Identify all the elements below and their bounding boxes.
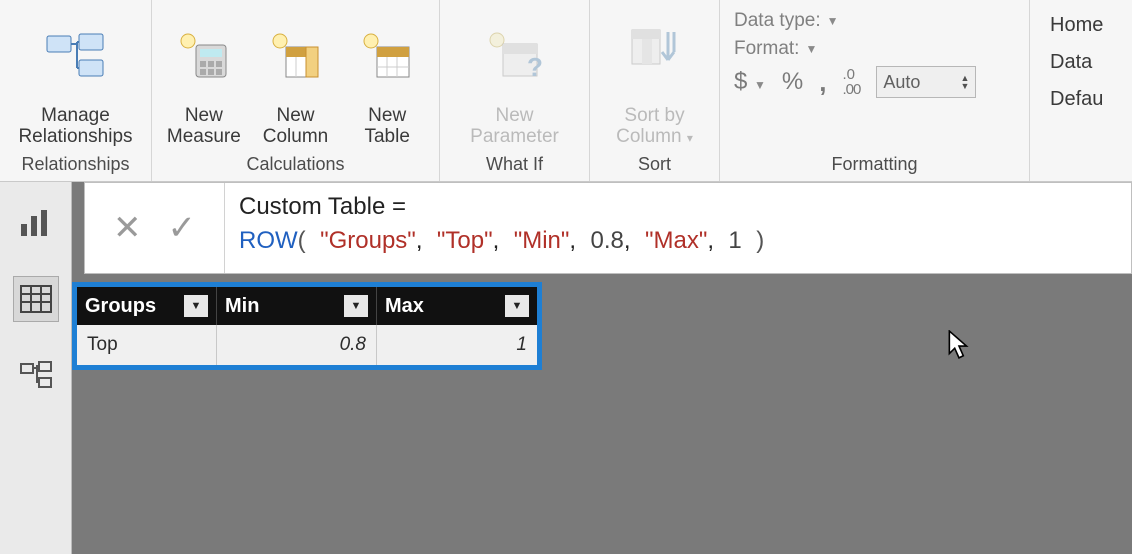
group-title-relationships: Relationships [6,152,145,179]
column-filter-icon[interactable]: ▼ [505,295,529,317]
ribbon: Manage Relationships Relationships [0,0,1132,182]
relationships-icon [45,8,107,104]
mouse-cursor-icon [948,330,970,360]
formula-lparen: ( [298,227,306,254]
formula-comma: , [569,227,576,254]
workspace: ✕ ✓ Custom Table = ROW( "Groups", "Top",… [0,182,1132,554]
home-table-label: Home [1050,14,1126,37]
new-parameter-button[interactable]: ? New Parameter [446,4,583,148]
sort-by-column-button[interactable]: Sort by Column ▾ [596,4,713,148]
group-title-whatif: What If [446,152,583,179]
formula-input[interactable]: Custom Table = ROW( "Groups", "Top", "Mi… [225,183,1131,273]
group-title-formatting: Formatting [726,152,1023,179]
formula-str-max: "Max" [645,227,707,254]
column-header-label: Groups [85,295,156,318]
new-parameter-icon: ? [485,8,545,104]
canvas: ✕ ✓ Custom Table = ROW( "Groups", "Top",… [72,182,1132,554]
new-measure-label: New Measure [167,106,241,148]
formula-comma: , [416,227,423,254]
format-dropdown[interactable]: Format: ▼ [734,38,1015,60]
formula-line1: Custom Table = [239,193,406,220]
chevron-down-icon: ▼ [754,78,766,92]
group-title-sort: Sort [596,152,713,179]
column-header-label: Min [225,295,259,318]
cell-max[interactable]: 1 [377,325,537,365]
formula-rparen: ) [756,227,764,254]
cancel-formula-button[interactable]: ✕ [113,208,142,248]
formula-num-1: 1 [728,227,741,254]
group-title-calculations: Calculations [158,152,433,179]
report-view-button[interactable] [13,200,59,246]
new-measure-button[interactable]: New Measure [158,4,250,148]
data-type-dropdown[interactable]: Data type: ▼ [734,10,1015,32]
cell-min[interactable]: 0.8 [217,325,377,365]
formula-str-min: "Min" [514,227,570,254]
new-column-icon [268,8,324,104]
formula-bar: ✕ ✓ Custom Table = ROW( "Groups", "Top",… [84,182,1132,274]
column-header-min[interactable]: Min ▼ [217,287,377,325]
column-header-groups[interactable]: Groups ▼ [77,287,217,325]
new-column-button[interactable]: New Column [250,4,342,148]
column-header-max[interactable]: Max ▼ [377,287,537,325]
new-parameter-label: New Parameter [470,106,559,148]
spinner-arrows-icon: ▲▼ [960,74,969,90]
ribbon-group-whatif: ? New Parameter What If [440,0,590,181]
formula-comma: , [493,227,500,254]
ribbon-group-formatting: Data type: ▼ Format: ▼ $ ▼ % , .0.00 Aut… [720,0,1030,181]
ribbon-group-calculations: New Measure New Column [152,0,440,181]
manage-relationships-label: Manage Relationships [18,106,132,148]
ribbon-right-list: Home Data Defau [1030,0,1132,181]
thousands-button[interactable]: , [819,67,826,98]
sort-icon [626,8,684,83]
manage-relationships-button[interactable]: Manage Relationships [6,4,145,148]
currency-symbol: $ [734,68,747,95]
column-filter-icon[interactable]: ▼ [184,295,208,317]
formula-token-row: ROW [239,227,298,254]
default-summarization-label: Defau [1050,88,1126,111]
decimal-auto-value: Auto [883,72,920,93]
decimal-auto-spinner[interactable]: Auto ▲▼ [876,66,976,98]
chevron-down-icon: ▼ [827,14,839,28]
percent-button[interactable]: % [782,68,803,96]
chevron-down-icon: ▼ [805,42,817,56]
cell-groups[interactable]: Top [77,325,217,365]
new-column-label: New Column [263,106,328,148]
formula-comma: , [707,227,714,254]
data-table: Groups ▼ Min ▼ Max ▼ Top 0.8 1 [72,282,542,370]
format-label: Format: [734,38,799,60]
new-table-button[interactable]: New Table [341,4,433,148]
sort-by-column-label: Sort by Column ▾ [616,85,693,148]
new-measure-icon [176,8,232,104]
formula-str-top: "Top" [437,227,493,254]
table-header-row: Groups ▼ Min ▼ Max ▼ [77,287,537,325]
new-table-icon [359,8,415,104]
formula-num-08: 0.8 [591,227,624,254]
new-table-label: New Table [364,106,409,148]
sort-caret-icon: ▾ [687,131,693,145]
commit-formula-button[interactable]: ✓ [168,208,197,248]
formula-str-groups: "Groups" [320,227,416,254]
model-view-button[interactable] [13,352,59,398]
view-rail [0,182,72,554]
ribbon-group-relationships: Manage Relationships Relationships [0,0,152,181]
data-view-button[interactable] [13,276,59,322]
currency-button[interactable]: $ ▼ [734,68,766,96]
formula-comma: , [624,227,631,254]
data-category-label: Data [1050,51,1126,74]
sort-label-text: Sort by Column [616,105,685,147]
data-type-label: Data type: [734,10,821,32]
svg-text:?: ? [527,52,543,82]
decimal-places-icon: .0.00 [843,67,861,97]
table-row[interactable]: Top 0.8 1 [77,325,537,365]
ribbon-group-sort: Sort by Column ▾ Sort [590,0,720,181]
column-header-label: Max [385,295,424,318]
column-filter-icon[interactable]: ▼ [344,295,368,317]
